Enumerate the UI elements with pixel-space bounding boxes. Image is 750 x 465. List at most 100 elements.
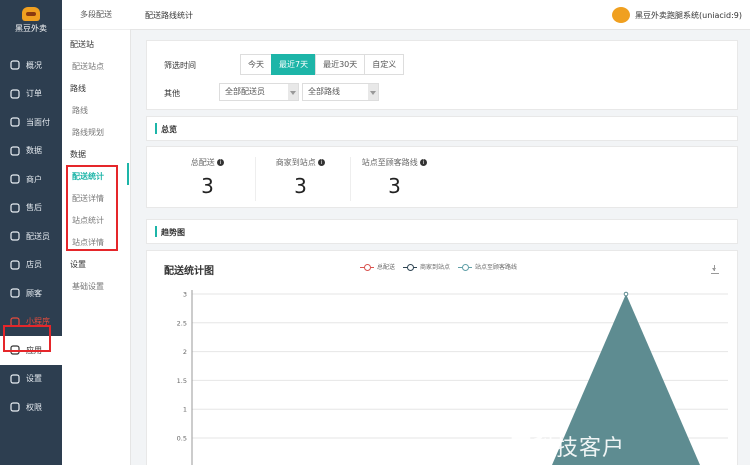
courier-select[interactable]: 全部配送员 (219, 83, 299, 101)
nav-item-clerk[interactable]: 店员 (0, 251, 62, 280)
order-icon (9, 88, 20, 99)
nav-item-label: 概况 (26, 60, 42, 70)
dashboard-icon (9, 60, 20, 71)
filter-panel: 筛选时间 今天 最近7天 最近30天 自定义 其他 全部配送员 全部路线 (146, 40, 738, 110)
sub-nav-item[interactable]: 配送站点 (62, 56, 130, 78)
stat-label: 站点至顾客路线 (361, 158, 418, 167)
sub-nav-item[interactable]: 路线 (62, 100, 130, 122)
chevron-down-icon (288, 84, 298, 100)
legend-marker (360, 263, 374, 271)
nav-item-label: 店员 (26, 260, 42, 270)
stat-total: 总配送 i 3 (160, 147, 255, 198)
settings-icon (9, 373, 20, 384)
watermark-text: 豆科技客户 (510, 436, 626, 461)
top-bar: 配送路线统计 黑豆外卖跑腿系统(uniacid:9) (130, 0, 750, 30)
courier-select-value: 全部配送员 (225, 87, 265, 96)
sub-group-title: 设置 (70, 260, 86, 269)
nav-item-data[interactable]: 数据 (0, 137, 62, 166)
trend-header: 趋势图 (146, 219, 738, 244)
overview-header: 总览 (146, 116, 738, 141)
sub-nav: 配送站 配送站点 路线 路线 路线规划 数据 配送统计 配送详情 站点统计 站点详情 设置 基础设置 (62, 30, 130, 298)
time-option-button[interactable]: 最近7天 (271, 54, 317, 75)
account-name: 黑豆外卖跑腿系统(uniacid:9) (635, 10, 742, 20)
nav-item-dashboard[interactable]: 概况 (0, 51, 62, 80)
nav-item-courier[interactable]: 配送员 (0, 222, 62, 251)
y-tick-label: 0.5 (177, 435, 187, 443)
chevron-down-icon (368, 84, 378, 100)
clerk-icon (9, 259, 20, 270)
trend-title: 趋势图 (155, 226, 185, 237)
y-tick-label: 1.5 (177, 377, 187, 385)
legend-label: 站点至顾客路线 (475, 264, 518, 271)
nav-item-store[interactable]: 商户 (0, 165, 62, 194)
account-menu[interactable]: 黑豆外卖跑腿系统(uniacid:9) (612, 7, 742, 23)
nav-item-customer[interactable]: 顾客 (0, 279, 62, 308)
download-icon[interactable] (711, 265, 719, 274)
stat-label: 总配送 (190, 158, 215, 167)
legend-item[interactable]: 站点至顾客路线 (458, 262, 517, 271)
brand-name: 黑豆外卖 (15, 24, 47, 33)
sub-nav-item[interactable]: 路线规划 (62, 122, 130, 144)
store-icon (9, 174, 20, 185)
sub-group-title: 数据 (70, 150, 86, 159)
nav-item-label: 当面付 (26, 117, 50, 127)
info-icon[interactable]: i (217, 159, 225, 166)
route-select-value: 全部路线 (308, 87, 340, 96)
stat-station-to-customer: 站点至顾客路线 i 3 (347, 147, 442, 198)
stat-value: 3 (388, 174, 401, 198)
customer-icon (9, 288, 20, 299)
stat-value: 3 (201, 174, 214, 198)
legend-label: 商家到站点 (420, 264, 451, 271)
time-option-button[interactable]: 自定义 (364, 54, 405, 75)
lock-icon (9, 402, 20, 413)
overview-stats: 总配送 i 3 商家到站点 i 3 站点至顾客路线 i 3 (146, 146, 738, 208)
nav-item-order[interactable]: 订单 (0, 80, 62, 109)
nav-item-aftersale[interactable]: 售后 (0, 194, 62, 223)
aftersale-icon (9, 202, 20, 213)
brand[interactable]: 黑豆外卖 (0, 7, 62, 51)
nav-item-label: 配送员 (26, 231, 50, 241)
stat-value: 3 (294, 174, 307, 198)
info-icon[interactable]: i (318, 159, 326, 166)
brand-logo (22, 7, 40, 21)
sub-sidebar-header: 多段配送 (62, 0, 130, 30)
sub-nav-item[interactable]: 基础设置 (62, 276, 130, 298)
y-tick-label: 2 (183, 348, 187, 356)
info-icon[interactable]: i (420, 159, 428, 166)
time-range-group: 今天 最近7天 最近30天 自定义 (240, 54, 405, 75)
active-indicator (127, 163, 129, 185)
legend-marker (458, 263, 473, 271)
route-select[interactable]: 全部路线 (302, 83, 379, 101)
chart-plot: 0.5 1 1.5 2 2.5 3 (177, 290, 728, 465)
nav-item-lock[interactable]: 权限 (0, 393, 62, 422)
stat-label: 商家到站点 (275, 158, 316, 167)
courier-icon (9, 231, 20, 242)
nav-item-settings[interactable]: 设置 (0, 365, 62, 394)
sub-group-title: 路线 (70, 84, 86, 93)
nav-item-pay[interactable]: 当面付 (0, 108, 62, 137)
time-option-button[interactable]: 今天 (240, 54, 272, 75)
filter-other-label: 其他 (164, 89, 180, 98)
nav-item-label: 商户 (26, 174, 42, 184)
chart-legend: 总配送 商家到站点 站点至顾客路线 (360, 262, 525, 271)
page-title: 配送路线统计 (145, 11, 193, 20)
highlight-box-apps (3, 325, 51, 352)
y-tick-label: 2.5 (177, 319, 187, 327)
data-point (623, 291, 629, 297)
time-option-button[interactable]: 最近30天 (315, 54, 366, 75)
nav-item-label: 订单 (26, 89, 42, 99)
legend-item[interactable]: 总配送 (360, 262, 395, 271)
y-tick-label: 1 (183, 406, 187, 414)
nav-item-label: 数据 (26, 146, 42, 156)
nav-item-label: 设置 (26, 374, 42, 384)
sub-group-title: 配送站 (70, 40, 94, 49)
chart-title: 配送统计图 (164, 266, 214, 277)
legend-item[interactable]: 商家到站点 (403, 262, 450, 271)
nav-item-label: 顾客 (26, 288, 42, 298)
y-tick-label: 3 (183, 291, 187, 299)
avatar (612, 7, 630, 23)
nav-item-label: 权限 (26, 402, 42, 412)
filter-time-label: 筛选时间 (164, 61, 196, 70)
legend-label: 总配送 (377, 264, 396, 271)
nav-item-label: 售后 (26, 203, 42, 213)
